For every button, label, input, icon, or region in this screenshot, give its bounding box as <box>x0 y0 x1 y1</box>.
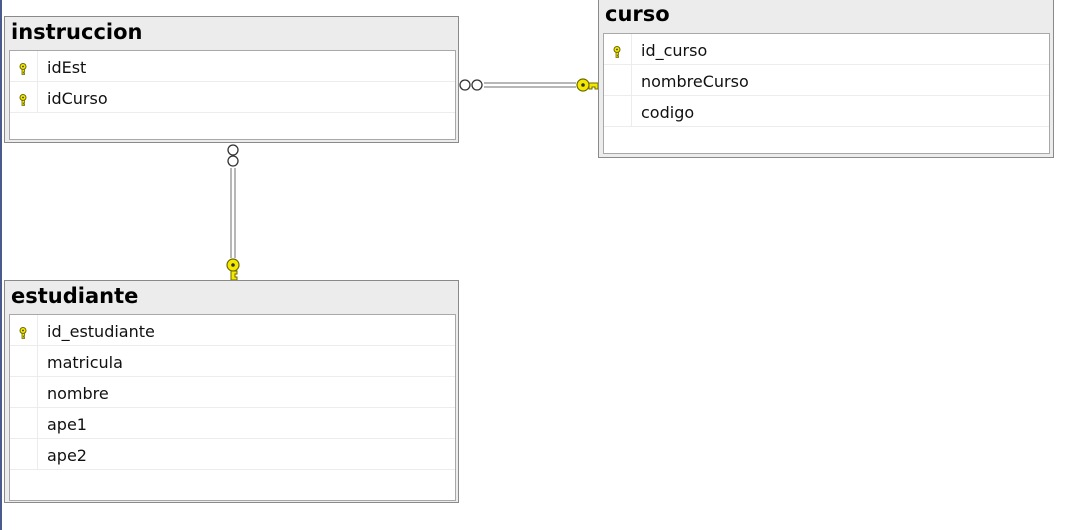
row-selector <box>10 51 38 81</box>
column-name: ape1 <box>47 415 87 434</box>
row-selector <box>10 377 38 407</box>
row-selector <box>10 346 38 376</box>
column-name: nombre <box>47 384 109 403</box>
row-selector <box>10 82 38 112</box>
primary-key-icon <box>612 43 622 58</box>
column-row-instruccion[interactable]: idCurso <box>10 82 455 113</box>
row-selector <box>10 315 38 345</box>
column-row-curso[interactable]: nombreCurso <box>604 65 1049 96</box>
table-estudiante[interactable]: estudiante id_estudiante matricula nombre a… <box>4 280 459 503</box>
column-row-estudiante[interactable]: matricula <box>10 346 455 377</box>
many-end-icon <box>227 144 239 167</box>
row-selector <box>604 96 632 126</box>
diagram-canvas: instruccion idEst idCurso curso id_curson… <box>0 0 1071 530</box>
primary-key-icon <box>18 91 28 106</box>
row-selector <box>10 408 38 438</box>
table-instruccion[interactable]: instruccion idEst idCurso <box>4 16 459 143</box>
column-row-curso[interactable]: id_curso <box>604 34 1049 65</box>
column-name: id_estudiante <box>47 322 155 341</box>
column-name: id_curso <box>641 41 708 60</box>
primary-key-icon <box>18 60 28 75</box>
column-name: ape2 <box>47 446 87 465</box>
table-title: estudiante <box>11 284 139 308</box>
table-title: curso <box>605 2 670 26</box>
column-row-estudiante[interactable]: id_estudiante <box>10 315 455 346</box>
row-selector <box>604 34 632 64</box>
column-grid: id_estudiante matricula nombre ape1 ape2 <box>9 314 456 501</box>
many-end-icon <box>459 79 483 91</box>
column-row-instruccion[interactable]: idEst <box>10 51 455 82</box>
relationship-instruccion-curso[interactable] <box>459 78 599 92</box>
key-end-icon <box>226 258 240 281</box>
column-row-curso[interactable]: codigo <box>604 96 1049 127</box>
column-name: idCurso <box>47 89 108 108</box>
key-end-icon <box>576 78 599 92</box>
column-name: idEst <box>47 58 87 77</box>
row-selector <box>10 439 38 469</box>
table-title: instruccion <box>11 20 143 44</box>
column-name: codigo <box>641 103 695 122</box>
column-grid: idEst idCurso <box>9 50 456 140</box>
column-row-estudiante[interactable]: ape1 <box>10 408 455 439</box>
column-name: matricula <box>47 353 123 372</box>
column-row-estudiante[interactable]: nombre <box>10 377 455 408</box>
column-row-estudiante[interactable]: ape2 <box>10 439 455 470</box>
table-curso[interactable]: curso id_curso nombreCurso codigo <box>598 0 1054 158</box>
row-selector <box>604 65 632 95</box>
primary-key-icon <box>18 324 28 339</box>
column-grid: id_curso nombreCurso codigo <box>603 33 1050 154</box>
column-name: nombreCurso <box>641 72 749 91</box>
relationship-instruccion-estudiante[interactable] <box>226 144 240 281</box>
